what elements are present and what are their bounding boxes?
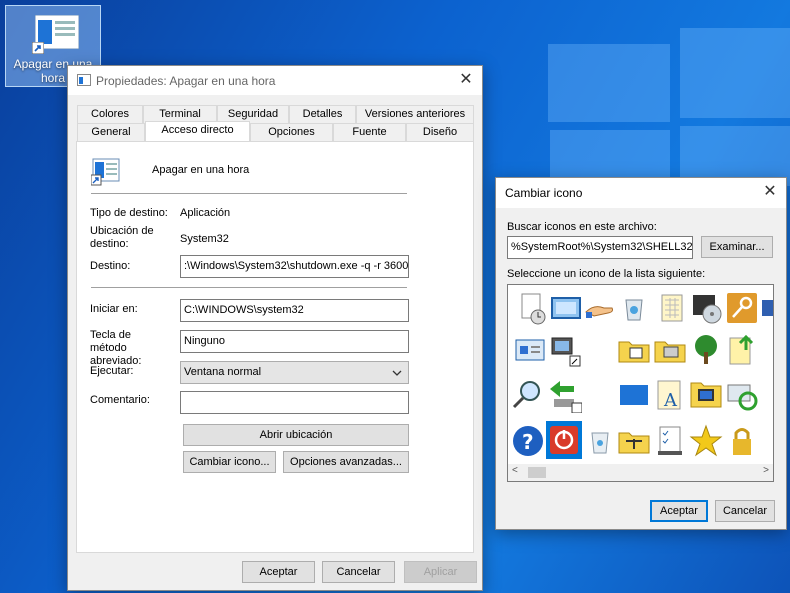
chevron-down-icon: [392, 370, 402, 376]
window-icon[interactable]: [548, 290, 584, 326]
select-icon-label: Seleccione un icono de la lista siguient…: [507, 268, 706, 280]
tab-colores[interactable]: Colores: [77, 105, 143, 123]
start-in-label: Iniciar en:: [90, 303, 138, 315]
grid-document-icon[interactable]: [654, 290, 690, 326]
power-icon: [550, 426, 578, 454]
help-icon[interactable]: ?: [510, 423, 546, 459]
svg-text:?: ?: [522, 430, 534, 454]
shortcut-key-label: Tecla de método abreviado:: [90, 329, 142, 367]
run-label: Ejecutar:: [90, 365, 134, 377]
target-field[interactable]: :\Windows\System32\shutdown.exe -q -r 36…: [180, 255, 409, 278]
shortcut-arrow-icon: [32, 42, 44, 54]
cd-drive-icon[interactable]: [688, 290, 724, 326]
window-app-icon: [77, 74, 91, 86]
open-location-button[interactable]: Abrir ubicación: [183, 424, 409, 446]
tab-general[interactable]: General: [77, 123, 145, 141]
properties-titlebar[interactable]: Propiedades: Apagar en una hora ✕: [68, 66, 482, 95]
selected-icon-highlight[interactable]: [546, 421, 582, 459]
checklist-icon[interactable]: [652, 423, 688, 459]
transfer-computer-icon[interactable]: [546, 377, 582, 413]
cancel-button[interactable]: Cancelar: [322, 561, 395, 583]
change-icon-title: Cambiar icono: [505, 186, 583, 200]
tab-panel: Apagar en una hora Tipo de destino: Apli…: [76, 141, 474, 553]
search-file-label: Buscar iconos en este archivo:: [507, 221, 657, 233]
comment-label: Comentario:: [90, 394, 150, 406]
ok-button[interactable]: Aceptar: [242, 561, 315, 583]
target-type-value: Aplicación: [180, 207, 231, 219]
monitor-shortcut-icon[interactable]: [546, 332, 582, 368]
apply-button[interactable]: Aplicar: [404, 561, 477, 583]
control-panel-icon[interactable]: [512, 332, 548, 368]
advanced-options-button[interactable]: Opciones avanzadas...: [283, 451, 409, 473]
tab-fuente[interactable]: Fuente: [333, 123, 406, 141]
properties-dialog: Propiedades: Apagar en una hora ✕ Colore…: [67, 65, 483, 591]
tab-opciones[interactable]: Opciones: [250, 123, 333, 141]
change-icon-ok-button[interactable]: Aceptar: [650, 500, 708, 522]
computer-folder-icon[interactable]: [688, 377, 724, 413]
font-icon[interactable]: A: [652, 377, 688, 413]
printer-folder-icon[interactable]: [652, 332, 688, 368]
window-partial-icon[interactable]: [760, 290, 774, 326]
change-icon-dialog: Cambiar icono ✕ Buscar iconos en este ar…: [495, 177, 787, 530]
tree-icon[interactable]: [688, 332, 724, 368]
run-select-value: Ventana normal: [184, 366, 262, 378]
shortcut-name: Apagar en una hora: [152, 164, 250, 176]
tab-diseno[interactable]: Diseño: [406, 123, 474, 141]
shortcut-key-field[interactable]: Ninguno: [180, 330, 409, 353]
key-icon[interactable]: [724, 290, 760, 326]
search-icon[interactable]: [510, 377, 546, 413]
divider: [91, 287, 407, 288]
icon-list[interactable]: A ? < >: [507, 284, 774, 482]
shortcut-app-icon: [91, 158, 120, 186]
folder-settings-icon[interactable]: [616, 332, 652, 368]
close-icon[interactable]: ✕: [456, 70, 476, 90]
tab-detalles[interactable]: Detalles: [289, 105, 356, 123]
network-sync-icon[interactable]: [724, 377, 760, 413]
scroll-thumb[interactable]: [528, 467, 546, 478]
comment-field[interactable]: [180, 391, 409, 414]
network-folder-icon[interactable]: [616, 423, 652, 459]
recycle-bin-icon[interactable]: [582, 423, 618, 459]
start-in-field[interactable]: C:\WINDOWS\system32: [180, 299, 409, 322]
change-icon-titlebar[interactable]: Cambiar icono ✕: [496, 178, 786, 208]
svg-text:A: A: [663, 390, 678, 411]
close-icon[interactable]: ✕: [760, 182, 780, 202]
target-label: Destino:: [90, 260, 131, 272]
tab-versiones[interactable]: Versiones anteriores: [356, 105, 474, 123]
desktop-blue-icon[interactable]: [616, 377, 652, 413]
target-location-value: System32: [180, 233, 229, 245]
divider: [91, 193, 407, 194]
horizontal-scrollbar[interactable]: < >: [508, 464, 773, 481]
scroll-right-icon[interactable]: >: [763, 465, 769, 476]
tab-acceso-directo[interactable]: Acceso directo: [145, 121, 250, 141]
change-icon-button[interactable]: Cambiar icono...: [183, 451, 276, 473]
target-type-label: Tipo de destino:: [90, 207, 168, 219]
run-select[interactable]: Ventana normal: [180, 361, 409, 384]
browse-button[interactable]: Examinar...: [701, 236, 773, 258]
upload-document-icon[interactable]: [724, 332, 760, 368]
change-icon-cancel-button[interactable]: Cancelar: [715, 500, 775, 522]
target-location-label: Ubicación de destino:: [90, 225, 154, 250]
recycle-bin-full-icon[interactable]: [616, 290, 652, 326]
hand-share-icon[interactable]: [582, 290, 618, 326]
icon-file-path-field[interactable]: %SystemRoot%\System32\SHELL32.dll: [507, 236, 693, 259]
lock-icon[interactable]: [724, 423, 760, 459]
properties-title: Propiedades: Apagar en una hora: [96, 74, 276, 88]
document-clock-icon[interactable]: [514, 290, 550, 326]
star-icon[interactable]: [688, 423, 724, 459]
scroll-left-icon[interactable]: <: [512, 465, 518, 476]
